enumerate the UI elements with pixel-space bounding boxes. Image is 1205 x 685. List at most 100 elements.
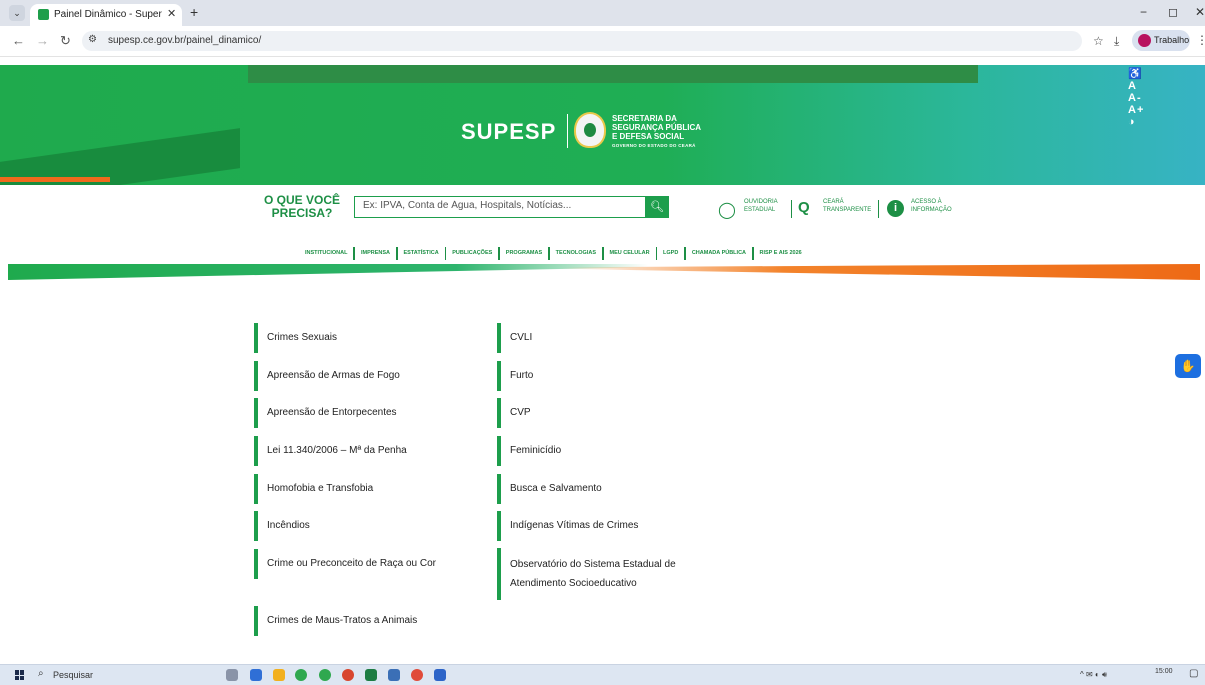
- list-item-maria-da-penha[interactable]: Lei 11.340/2006 – Mª da Penha: [254, 436, 474, 466]
- file-explorer-icon[interactable]: [273, 669, 285, 681]
- nav-estatistica[interactable]: ESTATÍSTICA: [404, 250, 439, 256]
- nav-separator: [498, 246, 500, 260]
- nav-separator: [655, 246, 658, 260]
- logo-government-line: GOVERNO DO ESTADO DO CEARÁ: [612, 143, 696, 148]
- avatar: [1138, 34, 1151, 47]
- chrome-icon[interactable]: [295, 669, 307, 681]
- main-nav: INSTITUCIONAL IMPRENSA ESTATÍSTICA PUBLI…: [305, 246, 802, 260]
- search-box[interactable]: [354, 196, 646, 218]
- logo-line-3: E DEFESA SOCIAL: [612, 132, 685, 141]
- browser-menu-icon[interactable]: ⋮: [1196, 33, 1205, 47]
- header-orange-stripe: [0, 177, 110, 182]
- nav-publicacoes[interactable]: PUBLICAÇÕES: [452, 250, 492, 256]
- taskbar-search-label[interactable]: Pesquisar: [53, 670, 93, 680]
- taskbar-search-icon[interactable]: ⌕: [38, 668, 44, 679]
- taskbar-app-icon[interactable]: [388, 669, 400, 681]
- address-bar[interactable]: ⚙ supesp.ce.gov.br/painel_dinamico/: [82, 31, 1082, 51]
- service-ceara-transparente[interactable]: CEARÁ TRANSPARENTE: [823, 198, 871, 214]
- windows-taskbar: ⌕ Pesquisar ^ ✉ ◐ 🔊︎ 15:00 ▢: [0, 664, 1205, 685]
- close-window-button[interactable]: ✕: [1195, 5, 1205, 19]
- header-top-bar: ♿ A A- A+ ◑: [248, 65, 1143, 128]
- nav-programas[interactable]: PROGRAMAS: [506, 250, 542, 256]
- nav-lgpd[interactable]: LGPD: [663, 250, 678, 256]
- state-crest-icon: [574, 112, 606, 148]
- site-info-icon[interactable]: ⚙: [88, 34, 97, 45]
- vlibras-accessibility-button[interactable]: ✋: [1175, 354, 1201, 378]
- back-arrow-icon[interactable]: ←: [12, 33, 25, 48]
- accessibility-controls[interactable]: ♿ A A- A+ ◑: [1128, 67, 1144, 128]
- nav-separator: [353, 246, 355, 260]
- list-item-busca-salvamento[interactable]: Busca e Salvamento: [497, 474, 727, 504]
- chrome-icon[interactable]: [319, 669, 331, 681]
- crest-emblem: [584, 123, 596, 137]
- list-item-preconceito-raca[interactable]: Crime ou Preconceito de Raça ou Cor: [254, 549, 474, 579]
- bookmark-star-icon[interactable]: ☆: [1093, 34, 1104, 48]
- nav-tecnologias[interactable]: TECNOLOGIAS: [556, 250, 596, 256]
- browser-tab-active[interactable]: Painel Dinâmico - Superintendê ✕: [30, 4, 182, 26]
- browser-toolbar: ← → ↻ ⚙ supesp.ce.gov.br/painel_dinamico…: [0, 26, 1205, 57]
- maximize-button[interactable]: ◻: [1168, 5, 1178, 19]
- service-divider: [878, 200, 879, 218]
- nav-risp-ais[interactable]: RISP E AIS 2026: [760, 250, 802, 256]
- list-item-maus-tratos-animais[interactable]: Crimes de Maus-Tratos a Animais: [254, 606, 474, 636]
- service-divider: [791, 200, 792, 218]
- profile-button[interactable]: Trabalho: [1132, 30, 1190, 51]
- list-item-crimes-sexuais[interactable]: Crimes Sexuais: [254, 323, 474, 353]
- logo-line-1: SECRETARIA DA: [612, 114, 677, 123]
- search-input[interactable]: [363, 200, 643, 211]
- search-icon: 🔍︎: [650, 201, 664, 213]
- tab-title: Painel Dinâmico - Superintendê: [54, 9, 162, 20]
- list-item-entorpecentes[interactable]: Apreensão de Entorpecentes: [254, 398, 474, 428]
- service-acesso-informacao[interactable]: ACESSO À INFORMAÇÃO: [911, 198, 952, 214]
- list-item-feminicidio[interactable]: Feminicídio: [497, 436, 727, 466]
- new-tab-button[interactable]: +: [190, 4, 198, 20]
- browser-tab-bar: ⌄ Painel Dinâmico - Superintendê ✕ + − ◻…: [0, 0, 1205, 26]
- logo-divider: [567, 114, 568, 148]
- logo-line-2: SEGURANÇA PÚBLICA: [612, 123, 702, 132]
- outlook-icon[interactable]: [434, 669, 446, 681]
- info-icon[interactable]: i: [887, 200, 904, 217]
- forward-arrow-icon[interactable]: →: [36, 33, 49, 48]
- windows-start-icon[interactable]: [15, 670, 25, 680]
- hand-sign-icon: ✋: [1180, 359, 1196, 373]
- minimize-button[interactable]: −: [1140, 5, 1147, 19]
- decorative-wave-green: [8, 264, 648, 280]
- download-icon[interactable]: ⤓: [1114, 34, 1119, 49]
- tab-search-chevron-icon[interactable]: ⌄: [9, 5, 25, 21]
- nav-institucional[interactable]: INSTITUCIONAL: [305, 250, 347, 256]
- nav-chamada-publica[interactable]: CHAMADA PÚBLICA: [692, 250, 746, 256]
- taskbar-clock[interactable]: 15:00: [1155, 668, 1173, 675]
- list-item-cvp[interactable]: CVP: [497, 398, 727, 428]
- service-ouvidoria[interactable]: OUVIDORIA ESTADUAL: [744, 198, 778, 214]
- notifications-icon[interactable]: ▢: [1189, 668, 1198, 679]
- decorative-wave-orange: [560, 264, 1200, 280]
- excel-icon[interactable]: [365, 669, 377, 681]
- nav-separator: [684, 246, 686, 260]
- search-button[interactable]: 🔍︎: [645, 196, 669, 218]
- nav-separator: [444, 246, 447, 260]
- list-item-indigenas[interactable]: Indígenas Vítimas de Crimes: [497, 511, 727, 541]
- speech-bubble-icon[interactable]: ◯: [718, 200, 736, 220]
- taskbar-app-icon[interactable]: [250, 669, 262, 681]
- nav-separator: [396, 246, 398, 260]
- nav-meu-celular[interactable]: MEU CELULAR: [610, 250, 650, 256]
- list-item-observatorio[interactable]: Observatório do Sistema Estadual de Aten…: [497, 548, 712, 600]
- chrome-icon[interactable]: [411, 669, 423, 681]
- list-item-cvli[interactable]: CVLI: [497, 323, 727, 353]
- list-item-homofobia[interactable]: Homofobia e Transfobia: [254, 474, 474, 504]
- tray-icons[interactable]: ^ ✉ ◐ 🔊︎: [1080, 670, 1107, 680]
- list-item-armas-de-fogo[interactable]: Apreensão de Armas de Fogo: [254, 361, 474, 391]
- profile-label: Trabalho: [1154, 35, 1190, 45]
- magnifier-icon[interactable]: Q: [798, 199, 810, 216]
- supesp-logo-text[interactable]: SUPESP: [461, 119, 556, 145]
- reload-icon[interactable]: ↻: [60, 33, 71, 49]
- tab-close-icon[interactable]: ✕: [167, 7, 176, 20]
- list-item-incendios[interactable]: Incêndios: [254, 511, 474, 541]
- nav-separator: [752, 246, 754, 260]
- task-view-icon[interactable]: [226, 669, 238, 681]
- chrome-icon[interactable]: [342, 669, 354, 681]
- list-item-furto[interactable]: Furto: [497, 361, 727, 391]
- nav-imprensa[interactable]: IMPRENSA: [361, 250, 390, 256]
- url-text[interactable]: supesp.ce.gov.br/painel_dinamico/: [108, 35, 261, 46]
- site-header-banner: ♿ A A- A+ ◑ SUPESP SECRETARIA DA SEGURAN…: [0, 65, 1205, 185]
